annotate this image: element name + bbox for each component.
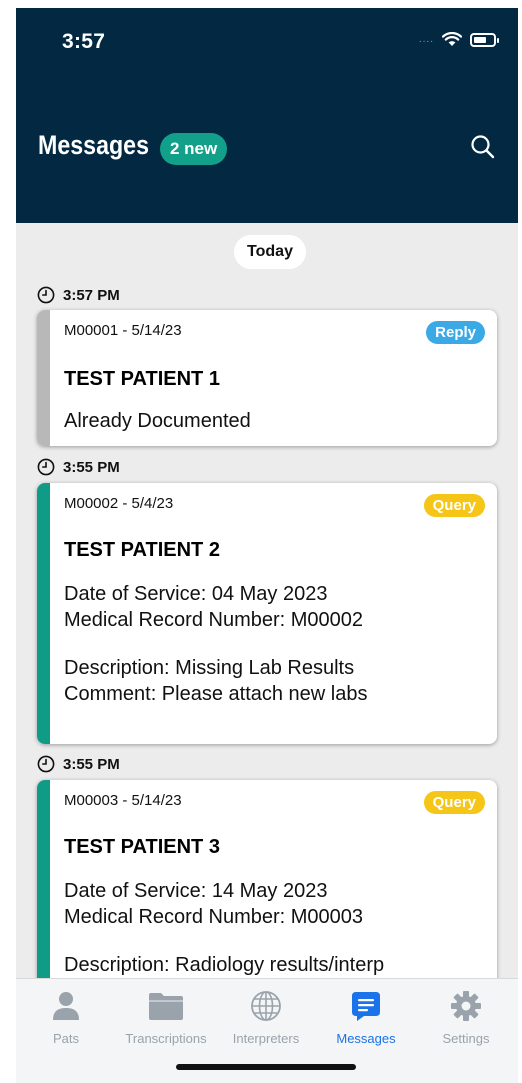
battery-icon <box>470 32 499 47</box>
tab-label: Interpreters <box>232 1031 300 1046</box>
message-icon <box>352 992 380 1021</box>
message-tag: Reply <box>426 321 485 344</box>
status-icons: .... <box>418 32 499 47</box>
message-card[interactable]: M00001 - 5/14/23 Reply TEST PATIENT 1 Al… <box>37 310 497 446</box>
header: 3:57 .... Messages 2 new <box>16 8 518 223</box>
message-tag: Query <box>423 791 485 814</box>
tab-label: Messages <box>336 1031 396 1046</box>
tab-transcriptions[interactable]: Transcriptions <box>116 989 216 1046</box>
message-line: Already Documented <box>64 410 251 432</box>
tab-messages[interactable]: Messages <box>316 989 416 1046</box>
message-line: Description: Radiology results/interp <box>64 954 385 976</box>
message-tag: Query <box>423 494 485 517</box>
signal-dots: .... <box>418 34 434 45</box>
patient-name: TEST PATIENT 1 <box>64 368 220 390</box>
patient-name: TEST PATIENT 2 <box>64 539 220 561</box>
message-line: Medical Record Number: M00002 <box>64 609 364 631</box>
message-time-row: 3:55 PM <box>37 458 120 476</box>
message-time: 3:57 PM <box>63 286 120 304</box>
message-id-date: M00002 - 5/4/23 <box>64 495 174 512</box>
message-time: 3:55 PM <box>63 755 120 773</box>
date-separator: Today <box>234 235 306 269</box>
message-line: Date of Service: 14 May 2023 <box>64 880 328 902</box>
message-line: Description: Missing Lab Results <box>64 657 355 679</box>
message-time-row: 3:57 PM <box>37 286 120 304</box>
tab-label: Pats <box>52 1031 79 1046</box>
message-time-row: 3:55 PM <box>37 755 120 773</box>
new-count-badge: 2 new <box>160 133 228 165</box>
message-card[interactable]: M00002 - 5/4/23 Query TEST PATIENT 2 Dat… <box>37 483 497 744</box>
clock-icon <box>37 458 55 476</box>
message-id-date: M00001 - 5/14/23 <box>64 322 182 339</box>
search-icon[interactable] <box>468 132 498 162</box>
folder-icon <box>149 993 183 1020</box>
message-line: Date of Service: 04 May 2023 <box>64 583 328 605</box>
wifi-icon <box>442 32 462 46</box>
status-time: 3:57 <box>62 30 106 53</box>
tab-label: Settings <box>442 1031 490 1046</box>
gear-icon <box>451 991 481 1021</box>
message-line: Comment: Please attach new labs <box>64 683 368 705</box>
clock-icon <box>37 286 55 304</box>
person-icon <box>53 992 79 1020</box>
message-status-bar <box>37 483 50 744</box>
clock-icon <box>37 755 55 773</box>
home-indicator[interactable] <box>176 1064 356 1070</box>
patient-name: TEST PATIENT 3 <box>64 836 220 858</box>
phone-screen: 3:57 .... Messages 2 new Today 3:57 PM M… <box>16 8 518 1083</box>
globe-icon <box>251 991 281 1021</box>
page-title: Messages <box>38 130 150 160</box>
message-status-bar <box>37 310 50 446</box>
tab-interpreters[interactable]: Interpreters <box>216 989 316 1046</box>
tab-pats[interactable]: Pats <box>16 989 116 1046</box>
tab-label: Transcriptions <box>125 1031 207 1046</box>
message-time: 3:55 PM <box>63 458 120 476</box>
message-id-date: M00003 - 5/14/23 <box>64 792 182 809</box>
message-line: Medical Record Number: M00003 <box>64 906 364 928</box>
tab-settings[interactable]: Settings <box>416 989 516 1046</box>
